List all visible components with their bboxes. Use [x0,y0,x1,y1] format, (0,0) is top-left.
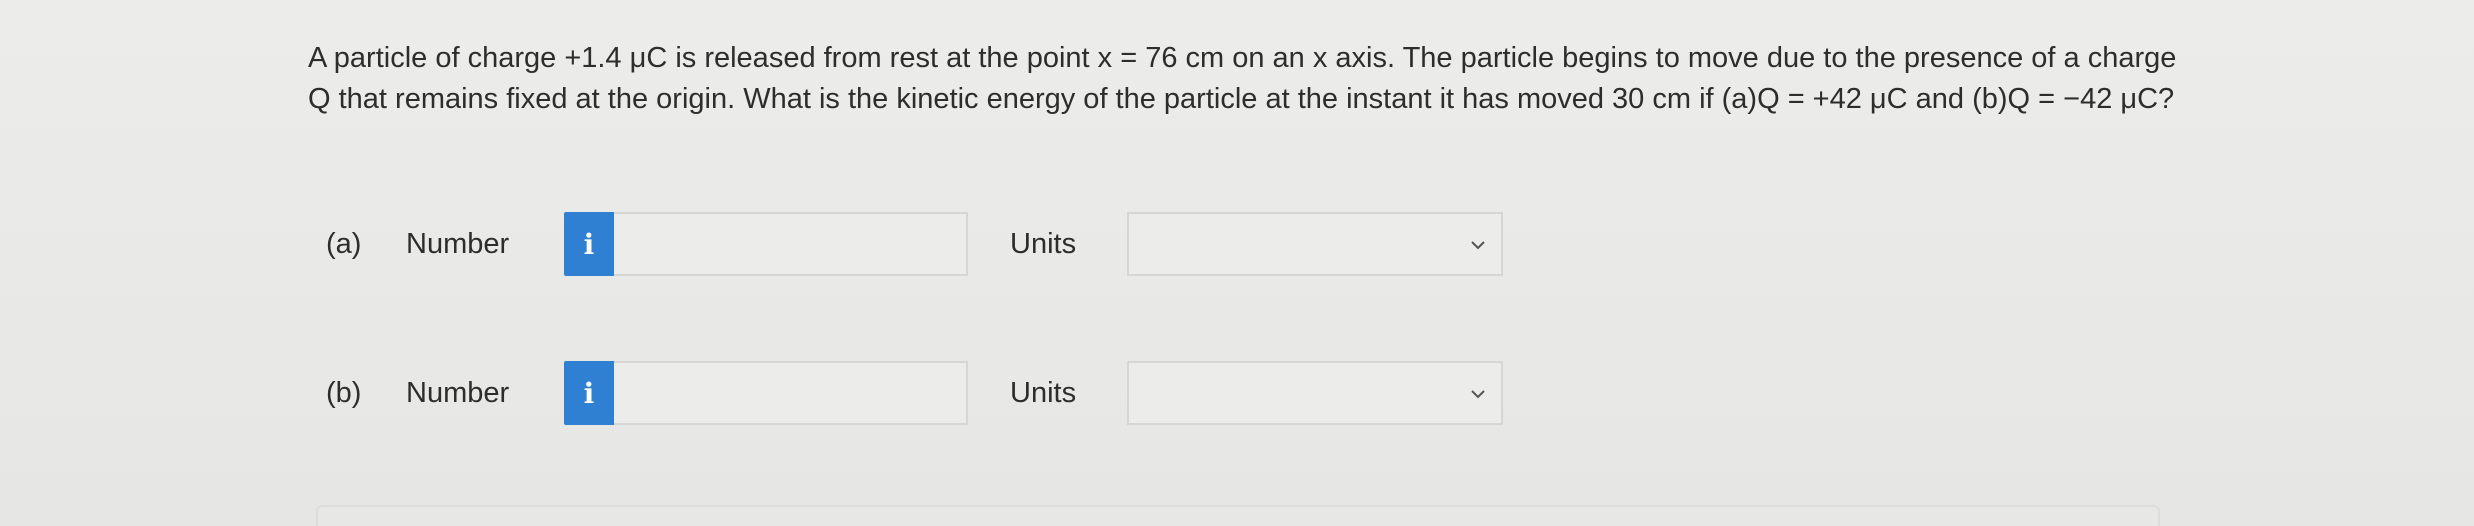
info-icon[interactable]: i [564,212,614,276]
number-label-b: Number [406,376,510,409]
info-icon-glyph: i [583,376,595,410]
units-select-a[interactable] [1127,212,1503,276]
units-select-b[interactable] [1127,361,1503,425]
number-input-b[interactable] [614,361,968,425]
part-label-b: (b) [326,376,362,409]
units-label-a: Units [1010,227,1077,260]
chevron-down-icon [1471,241,1485,250]
info-icon[interactable]: i [564,361,614,425]
answer-row-a: (a) Number i Units [308,211,1503,277]
bottom-panel-edge [316,505,2160,526]
info-icon-glyph: i [583,227,595,261]
homework-page: A particle of charge +1.4 μC is released… [0,0,2474,526]
units-label-b: Units [1010,376,1077,409]
chevron-down-icon [1471,390,1485,399]
question-text: A particle of charge +1.4 μC is released… [308,42,2177,115]
part-label-a: (a) [326,227,362,260]
number-input-a[interactable] [614,212,968,276]
number-label-a: Number [406,227,510,260]
answer-row-b: (b) Number i Units [308,360,1503,426]
